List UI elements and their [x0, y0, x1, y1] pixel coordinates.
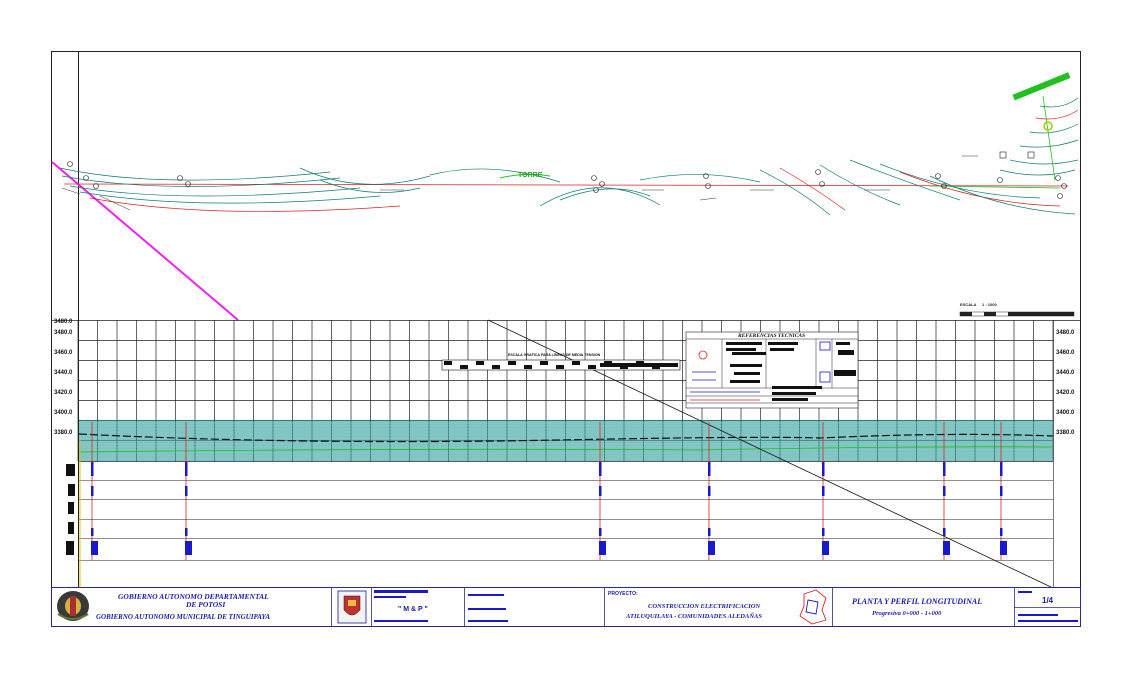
elevation-label: 3480.0	[1056, 330, 1075, 336]
elevation-labels-left: 3480.0 3480.0 3460.0 3440.0 3420.0 3400.…	[54, 319, 73, 436]
pole-data-block	[822, 541, 829, 555]
graphic-scale-title: ESCALA GRAFICA PARA LINEAS DE MEDIA TENS…	[508, 353, 601, 357]
pole-data-block	[1000, 541, 1007, 555]
magenta-boundary-line	[51, 161, 239, 321]
pole-marker	[708, 486, 711, 496]
pole-marker	[943, 528, 946, 536]
pole-marker	[185, 486, 188, 496]
pole-marker	[822, 528, 825, 536]
scale-block	[460, 365, 468, 369]
pole-marker	[708, 528, 711, 536]
company-footer-bar	[374, 620, 428, 622]
sheet-footer-bar-1	[1018, 614, 1058, 616]
elevation-label: 3380.0	[54, 430, 73, 436]
pole-marker	[599, 486, 602, 496]
pole-marker	[1000, 462, 1003, 476]
pole-marker	[943, 462, 946, 476]
pole-marker	[822, 462, 825, 476]
contour-lines	[59, 97, 1079, 216]
entity-line-3: GOBIERNO AUTONOMO MUNICIPAL DE TINGUIPAY…	[96, 613, 270, 621]
project-label: PROYECTO:	[608, 591, 638, 597]
pole-marker	[91, 462, 94, 476]
scale-block	[492, 365, 500, 369]
scale-block	[572, 361, 580, 365]
scale-block	[588, 365, 596, 369]
graphic-scale: ESCALA GRAFICA PARA LINEAS DE MEDIA TENS…	[441, 353, 681, 371]
elevation-label: 3480.0	[54, 330, 73, 336]
plan-label: TORRE	[518, 172, 543, 179]
coat-of-arms-logo	[57, 591, 89, 621]
sheet-title: PLANTA Y PERFIL LONGITUDINAL	[852, 597, 982, 606]
pole-data-block	[943, 541, 950, 555]
pole-data-block	[91, 541, 98, 555]
pole-marker	[91, 486, 94, 496]
legend-title: REFERENCIAS TECNICAS	[737, 333, 805, 339]
company-logo-text: " M & P "	[398, 606, 428, 613]
pole-marker	[91, 528, 94, 536]
elevation-label: 3460.0	[1056, 350, 1075, 356]
row-header-blocks	[66, 464, 75, 555]
scale-block	[476, 361, 484, 365]
green-branch-line	[1042, 95, 1056, 181]
pole-marker	[185, 462, 188, 476]
elevation-label: 3420.0	[1056, 390, 1075, 396]
pole-marker	[822, 486, 825, 496]
scale-block	[508, 361, 516, 365]
company-header-bar-2	[374, 596, 406, 598]
scale-block	[600, 363, 678, 367]
pole-data-block	[599, 541, 606, 555]
municipal-seal-logo	[337, 590, 367, 624]
scale-block	[540, 361, 548, 365]
pole-data-block	[185, 541, 192, 555]
elevation-label: 3400.0	[54, 410, 73, 416]
pole-marker	[943, 486, 946, 496]
scale-value: 1 : 1000	[982, 302, 997, 307]
signature-bar-3	[468, 620, 508, 622]
technical-legend: REFERENCIAS TECNICAS	[685, 331, 859, 409]
terrain-band	[78, 420, 1054, 461]
project-line-2: ATILUQUILAYA - COMUNIDADES ALEDAÑAS	[625, 612, 762, 620]
pole-marker	[1000, 486, 1003, 496]
plan-view: TORRE ESCALA 1 : 1000	[51, 72, 1079, 321]
signature-bar-1	[468, 594, 504, 596]
sheet-number-header-bar	[1018, 591, 1032, 593]
pole-marker	[185, 528, 188, 536]
entity-line-2: DE POTOSI	[185, 600, 226, 609]
plan-scale-bar	[959, 311, 1075, 317]
elevation-top-left: 3480.0	[54, 319, 73, 325]
pole-marker	[599, 462, 602, 476]
signature-bar-2	[468, 608, 506, 610]
scale-label: ESCALA	[960, 302, 977, 307]
pole-symbols	[67, 151, 1067, 199]
elevation-label: 3460.0	[54, 350, 73, 356]
project-line-1: CONSTRUCCION ELECTRIFICACION	[648, 603, 760, 610]
plan-annotation-marks	[61, 155, 978, 211]
sheet-footer-bar-2	[1018, 620, 1078, 622]
pole-data-block	[708, 541, 715, 555]
pole-marker	[599, 528, 602, 536]
pole-marker	[708, 462, 711, 476]
elevation-labels-right: 3480.0 3460.0 3440.0 3420.0 3400.0 3380.…	[1056, 330, 1075, 436]
scale-block	[556, 365, 564, 369]
scale-block	[524, 365, 532, 369]
sheet-number: 1/4	[1042, 596, 1054, 605]
elevation-label: 3380.0	[1056, 430, 1075, 436]
progressive-range: Progresiva 0+000 - 1+000	[872, 610, 942, 617]
company-header-bar	[374, 590, 428, 593]
elevation-label: 3440.0	[1056, 370, 1075, 376]
outer-frame	[51, 51, 1081, 627]
scale-block	[444, 361, 452, 365]
elevation-label: 3400.0	[1056, 410, 1075, 416]
drawing-sheet: TORRE ESCALA 1 : 1000 3480.0 3480.0 3460…	[51, 51, 1081, 627]
green-label-bar	[1012, 72, 1071, 101]
title-block: GOBIERNO AUTONOMO DEPARTAMENTAL DE POTOS…	[51, 587, 1081, 627]
elevation-label: 3420.0	[54, 390, 73, 396]
pole-marker	[1000, 528, 1003, 536]
elevation-label: 3440.0	[54, 370, 73, 376]
